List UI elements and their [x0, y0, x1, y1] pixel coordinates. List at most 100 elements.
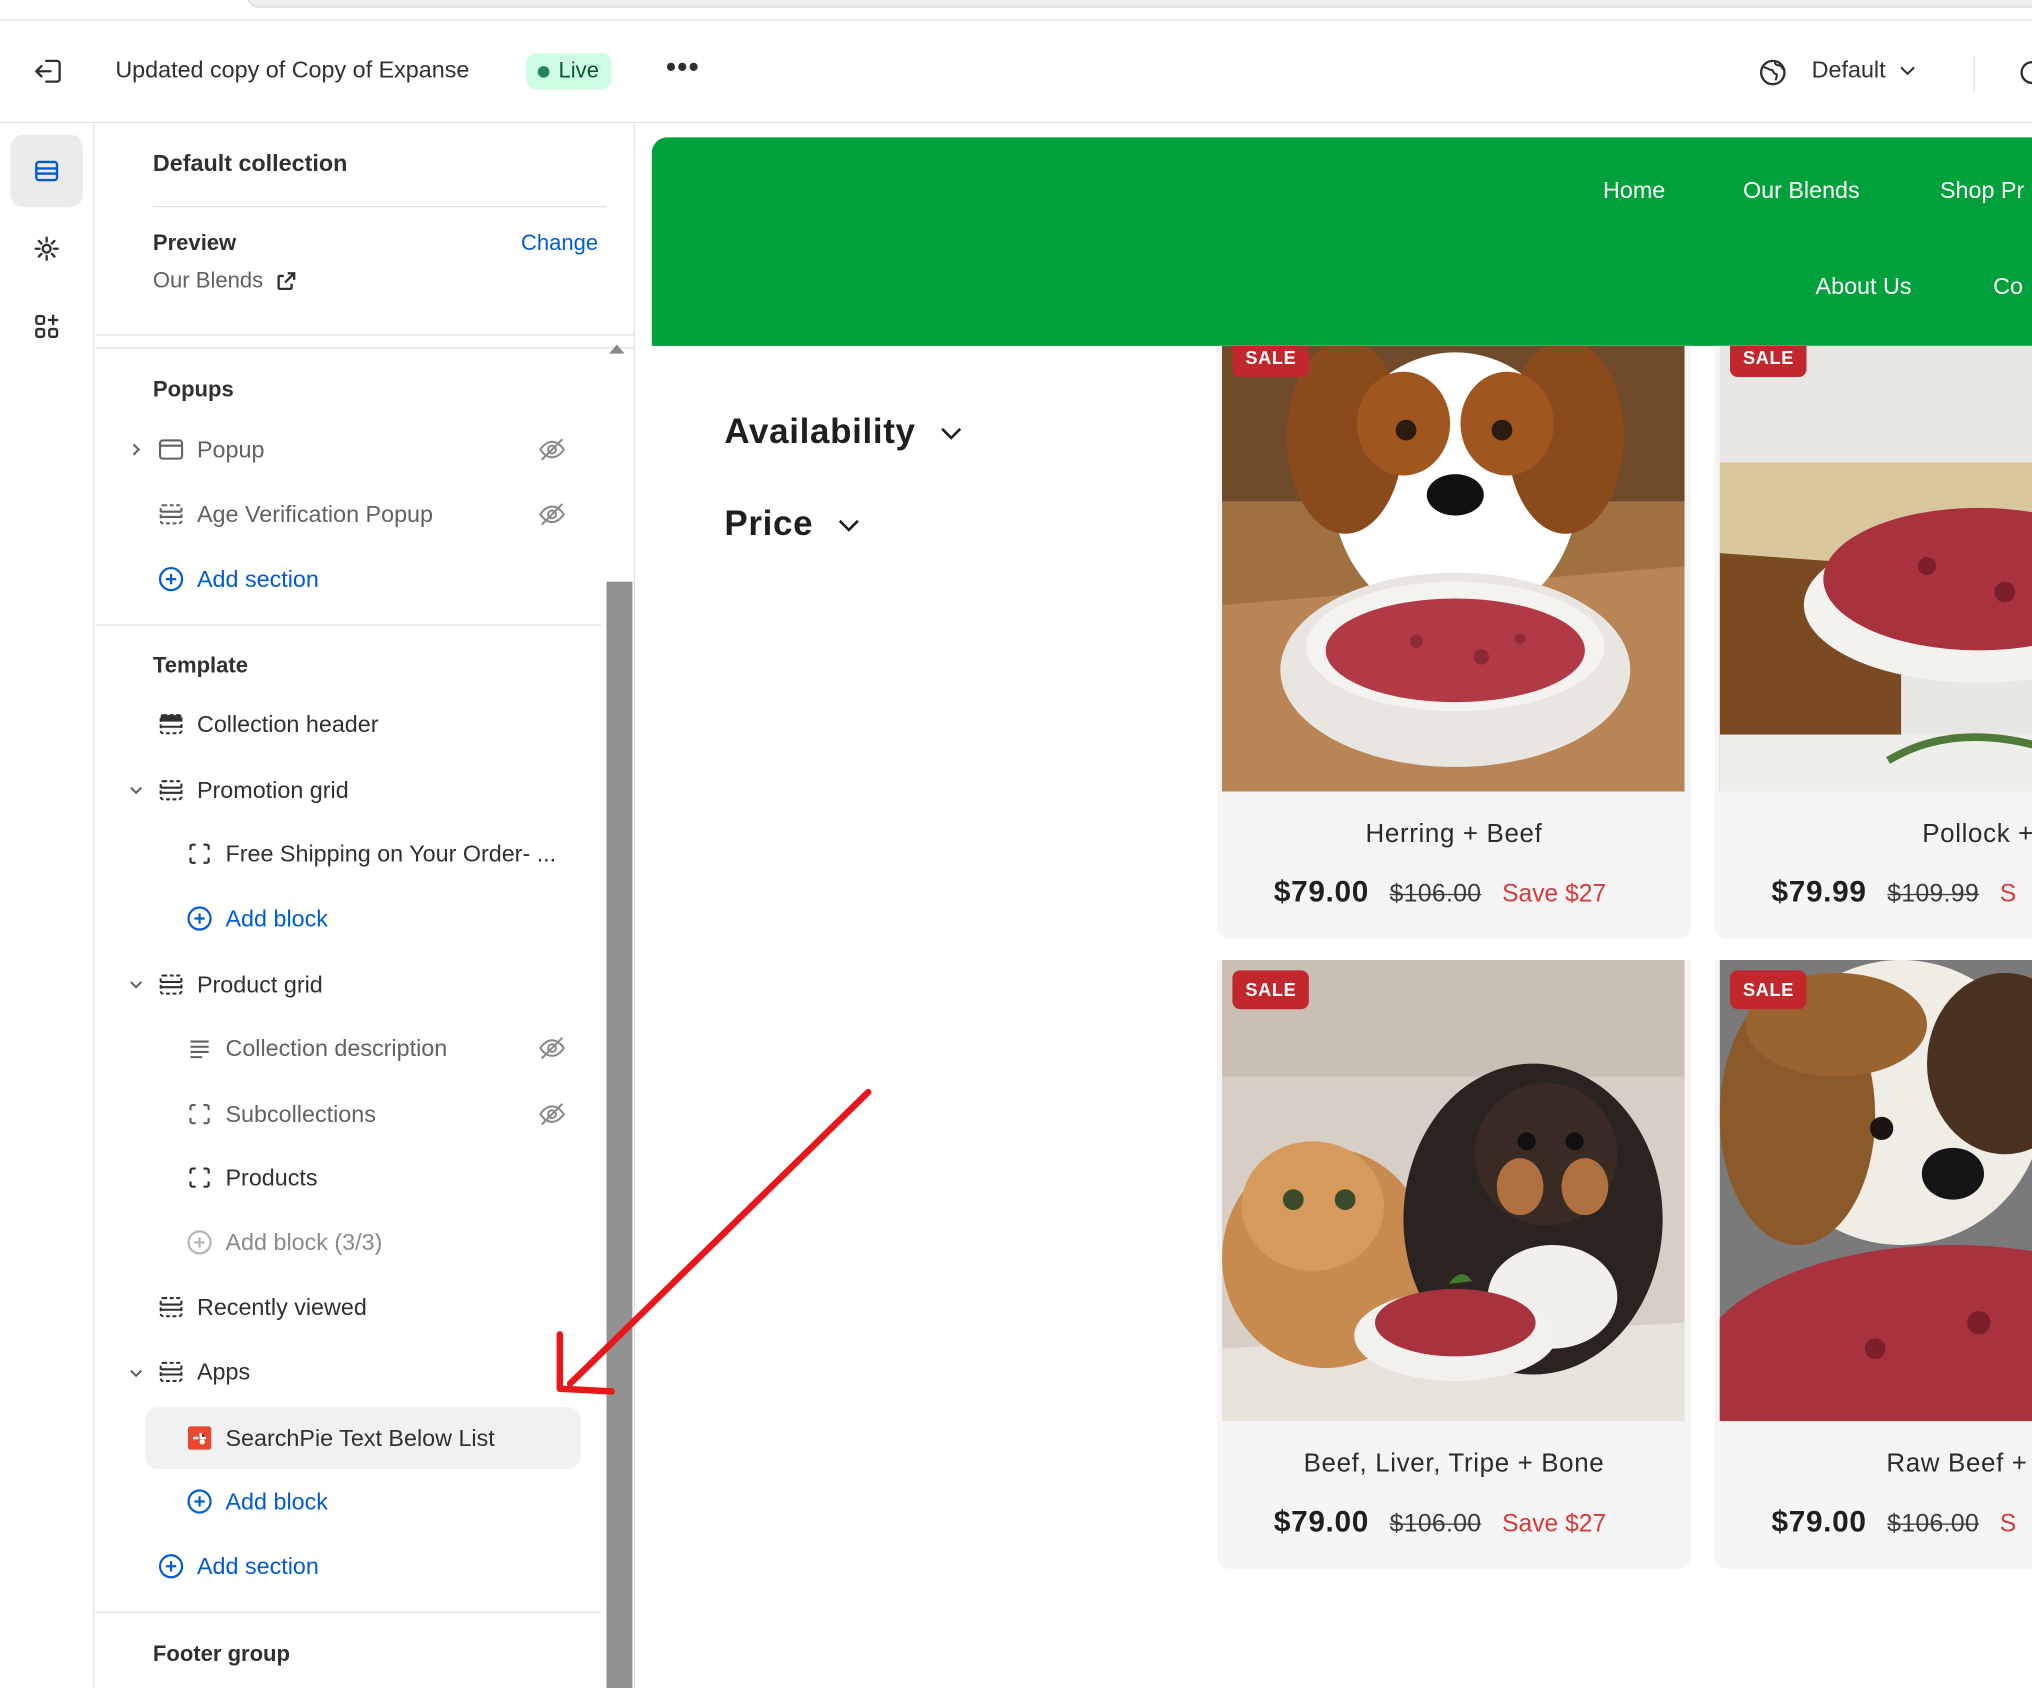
- locale-label: Default: [1811, 57, 1886, 83]
- compare-at-price: $106.00: [1887, 1510, 1980, 1538]
- locale-select[interactable]: Default: [1812, 57, 1917, 84]
- section-collection-header[interactable]: Collection header: [158, 706, 379, 742]
- eye-hidden-icon[interactable]: [538, 1100, 567, 1129]
- product-grid-add-block-disabled: Add block (3/3): [187, 1224, 382, 1260]
- globe-icon[interactable]: [1757, 57, 1788, 88]
- store-header: Home Our Blends Shop Pr About Us Co: [651, 137, 2032, 346]
- section-icon: [158, 1294, 184, 1320]
- add-block-label: Add block: [225, 904, 328, 931]
- block-products[interactable]: Products: [187, 1159, 318, 1195]
- sections-tab[interactable]: [10, 134, 83, 208]
- section-label: Popup: [196, 435, 265, 462]
- product-prices: $79.00 $106.00 Save $27: [1274, 874, 1606, 909]
- nav-link-home[interactable]: Home: [1603, 177, 1665, 204]
- more-actions-button[interactable]: •••: [664, 52, 703, 89]
- product-title[interactable]: Pollock + Bee: [1769, 820, 2032, 850]
- section-popup[interactable]: Popup: [158, 431, 264, 467]
- facet-price[interactable]: Price: [724, 504, 860, 544]
- section-product-grid[interactable]: Product grid: [158, 966, 323, 1002]
- text-lines-icon: [187, 1035, 213, 1061]
- section-promotion-grid[interactable]: Promotion grid: [158, 772, 349, 808]
- product-card[interactable]: SALE Pollock + Bee $79.99 $109.99 S: [1714, 345, 2032, 940]
- chevron-down-icon[interactable]: [128, 977, 144, 993]
- block-collection-description[interactable]: Collection description: [187, 1030, 448, 1066]
- sale-badge: SALE: [1232, 970, 1310, 1010]
- plus-circle-icon: [187, 906, 213, 932]
- chevron-down-icon[interactable]: [128, 782, 144, 798]
- change-preview-link[interactable]: Change: [521, 231, 598, 257]
- section-label: Recently viewed: [196, 1293, 367, 1320]
- template-heading: Template: [152, 652, 249, 678]
- product-price: $79.00: [1273, 1504, 1369, 1538]
- store-preview: Home Our Blends Shop Pr About Us Co Avai…: [636, 124, 2032, 1688]
- section-label: Apps: [196, 1358, 251, 1385]
- apps-icon: [35, 314, 59, 338]
- product-image[interactable]: SALE: [1222, 345, 1685, 792]
- sale-badge: SALE: [1232, 345, 1310, 377]
- template-add-section-button[interactable]: Add section: [158, 1548, 319, 1584]
- plus-circle-icon: [158, 566, 184, 592]
- left-rail: [0, 124, 95, 1688]
- browser-tab-strip: [0, 0, 2032, 21]
- product-card[interactable]: SALE Beef, Liver, Tripe + Bone $79.00 $1…: [1216, 959, 1692, 1569]
- device-icon[interactable]: [2016, 57, 2032, 88]
- section-label: Age Verification Popup: [196, 500, 434, 527]
- product-prices: $79.00 $106.00 Save $27: [1274, 1504, 1606, 1539]
- divider: [95, 334, 635, 336]
- product-title[interactable]: Raw Beef + Ground: [1769, 1450, 2032, 1480]
- product-title[interactable]: Herring + Beef: [1217, 820, 1691, 850]
- gear-icon: [34, 236, 59, 261]
- nav-link-shop[interactable]: Shop Pr: [1940, 177, 2024, 204]
- block-searchpie-text-below-list[interactable]: SearchPie Text Below List: [187, 1420, 495, 1456]
- section-age-verification-popup[interactable]: Age Verification Popup: [158, 496, 433, 532]
- section-recently-viewed[interactable]: Recently viewed: [158, 1289, 367, 1325]
- product-image[interactable]: SALE: [1222, 959, 1685, 1422]
- sections-sidebar: Default collection Preview Change Our Bl…: [95, 124, 635, 1688]
- theme-settings-tab[interactable]: [10, 212, 83, 285]
- sale-badge: SALE: [1730, 970, 1807, 1010]
- preview-label: Preview: [152, 230, 237, 256]
- apps-add-block-button[interactable]: Add block: [187, 1483, 328, 1519]
- eye-hidden-icon[interactable]: [538, 435, 567, 464]
- popups-add-section-button[interactable]: Add section: [158, 561, 319, 597]
- sidebar-scrollbar[interactable]: [606, 581, 633, 1688]
- theme-title: Updated copy of Copy of Expanse: [115, 57, 470, 83]
- section-icon: [158, 777, 184, 803]
- divider: [95, 1611, 602, 1613]
- block-label: SearchPie Text Below List: [225, 1424, 495, 1451]
- scroll-up-arrow[interactable]: [609, 344, 625, 354]
- nav-link-our-blends[interactable]: Our Blends: [1743, 177, 1860, 204]
- promotion-add-block-button[interactable]: Add block: [187, 900, 328, 936]
- block-free-shipping[interactable]: Free Shipping on Your Order- ...: [187, 836, 556, 872]
- product-card[interactable]: SALE Raw Beef + Ground $79.00 $106.00 S: [1714, 959, 2032, 1569]
- browser-address-bar[interactable]: [246, 0, 2032, 8]
- product-title[interactable]: Beef, Liver, Tripe + Bone: [1217, 1450, 1691, 1480]
- block-label: Collection description: [225, 1034, 448, 1061]
- chevron-right-icon[interactable]: [128, 442, 144, 458]
- preview-resource[interactable]: Our Blends: [153, 268, 297, 294]
- add-section-label: Add section: [196, 1552, 319, 1579]
- nav-link-contact[interactable]: Co: [1993, 273, 2023, 300]
- product-prices: $79.99 $109.99 S: [1771, 874, 2016, 909]
- block-subcollections[interactable]: Subcollections: [187, 1096, 376, 1132]
- divider: [152, 205, 607, 208]
- chevron-down-icon[interactable]: [128, 1365, 144, 1381]
- popups-heading: Popups: [152, 376, 234, 402]
- exit-icon[interactable]: [31, 56, 67, 87]
- product-image[interactable]: SALE: [1719, 959, 2032, 1422]
- section-apps[interactable]: Apps: [158, 1354, 250, 1390]
- product-image[interactable]: SALE: [1719, 345, 2032, 792]
- popup-icon: [158, 437, 184, 463]
- compare-at-price: $106.00: [1389, 880, 1482, 909]
- savings-label: Save $27: [1502, 880, 1607, 909]
- product-prices: $79.00 $106.00 S: [1771, 1504, 2016, 1539]
- product-price: $79.00: [1273, 874, 1369, 909]
- facet-availability[interactable]: Availability: [724, 412, 962, 452]
- eye-hidden-icon[interactable]: [538, 500, 567, 529]
- nav-link-about-us[interactable]: About Us: [1816, 273, 1912, 300]
- eye-hidden-icon[interactable]: [538, 1034, 567, 1063]
- apps-tab[interactable]: [10, 290, 83, 363]
- sidebar-title: Default collection: [152, 150, 348, 177]
- product-card[interactable]: SALE Herring + Beef $79.00 $106.00 Save …: [1216, 345, 1692, 940]
- section-icon: [158, 972, 184, 998]
